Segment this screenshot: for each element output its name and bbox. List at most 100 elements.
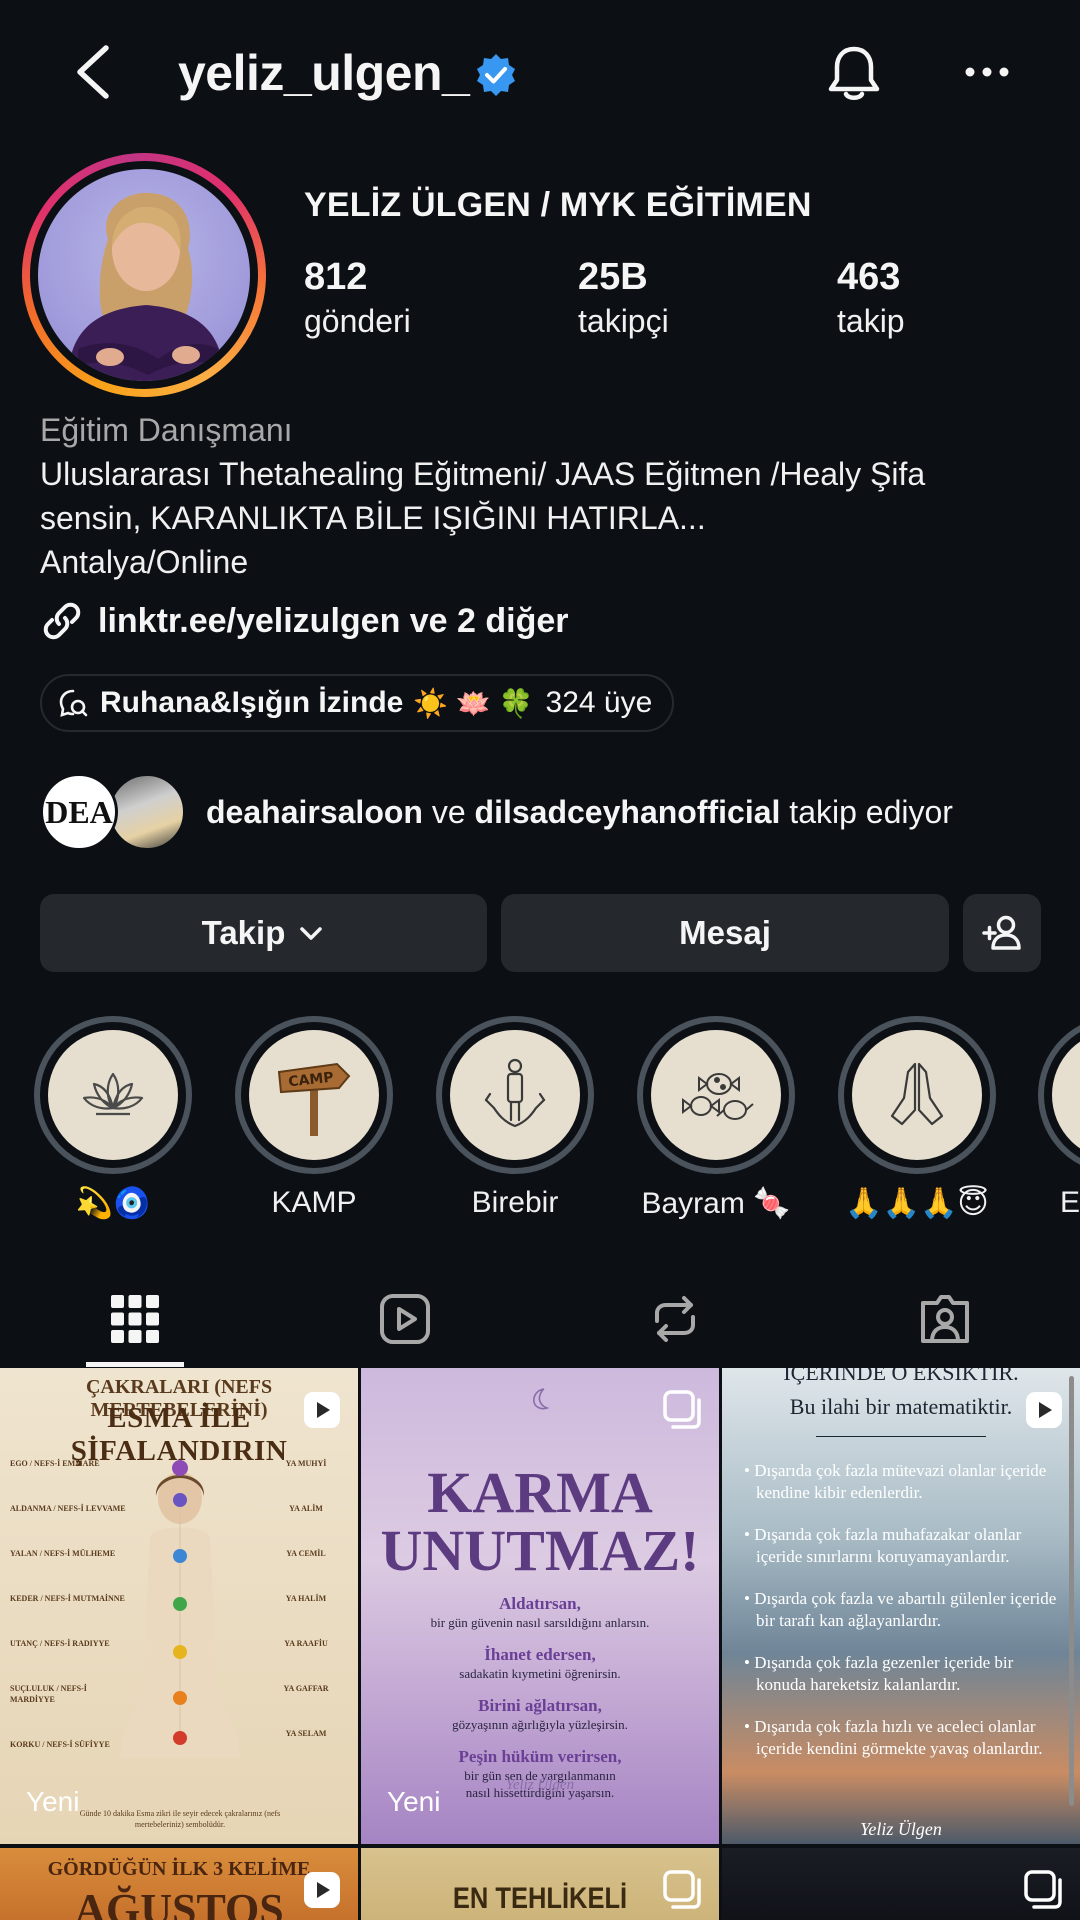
post-text: YA SELAM — [285, 1729, 327, 1738]
highlight-label: Birebir — [471, 1186, 559, 1219]
follower-avatar-dilsad — [108, 773, 186, 851]
follow-button[interactable]: Takip — [40, 894, 487, 972]
stat-following[interactable]: 463 takip — [837, 256, 905, 340]
highlight-item[interactable]: 💫🧿 — [33, 1016, 193, 1221]
suggest-people-button[interactable] — [963, 894, 1041, 972]
post-text: YA MUHYİ — [285, 1459, 327, 1468]
carousel-badge-icon — [1024, 1870, 1062, 1909]
post-tile[interactable]: KARMA UNUTMAZ! Aldatırsan, bir gün güven… — [361, 1368, 719, 1844]
post-tile[interactable]: ÇAKRALARI (NEFS MERTEBELERİNİ) ESMA İLE … — [0, 1368, 358, 1844]
bio-line[interactable]: sensin, KARANLIKTA BİLE IŞIĞINI HATIRLA.… — [40, 496, 1050, 540]
followed-by-connector: ve — [431, 793, 466, 830]
post-text: Günde 10 dakika Esma zikri ile seyir ede… — [79, 1809, 281, 1829]
post-text: Dışarıda çok fazla gezenler içeride bir … — [744, 1652, 1064, 1696]
profile-tabs — [0, 1270, 1080, 1368]
post-tile[interactable]: GÖRDÜĞÜN İLK 3 KELİME AĞUSTOS — [0, 1848, 358, 1920]
post-text: KARMA — [427, 1460, 653, 1525]
stat-posts[interactable]: 812 gönderi — [304, 256, 411, 340]
post-text: sadakatin kıymetini öğrenirsin. — [459, 1666, 621, 1681]
post-body: Aldatırsan, bir gün güvenin nasıl sarsıl… — [361, 1580, 719, 1801]
bio-line: Uluslararası Thetahealing Eğitmeni/ JAAS… — [40, 456, 926, 492]
post-text: SUÇLULUK / NEFS-İ MARDİYYE — [10, 1684, 87, 1704]
post-text: gözyaşının ağırlığıyla yüzleşirsin. — [452, 1717, 628, 1732]
profile-bio: Uluslararası Thetahealing Eğitmeni/ JAAS… — [40, 452, 1050, 584]
reel-badge-icon — [304, 1392, 340, 1428]
highlight-label: Bayram 🍬 — [641, 1187, 791, 1220]
stat-followers-label: takipçi — [578, 303, 669, 339]
camp-sign-icon: CAMP — [277, 1062, 351, 1136]
post-text: UNUTMAZ! — [380, 1518, 700, 1583]
post-text: İhanet edersen, — [484, 1645, 596, 1664]
bell-icon[interactable] — [826, 44, 882, 102]
profile-link-text[interactable]: linktr.ee/yelizulgen ve 2 diğer — [98, 602, 569, 641]
follower-avatar-dea: DEA — [40, 773, 118, 851]
carousel-badge-icon — [663, 1390, 701, 1429]
followed-by-text: deahairsaloon ve dilsadceyhanofficial ta… — [206, 794, 953, 831]
tab-tagged[interactable] — [810, 1270, 1080, 1368]
tab-reels[interactable] — [270, 1270, 540, 1368]
profile-link[interactable]: linktr.ee/yelizulgen ve 2 diğer — [40, 596, 569, 646]
more-options-icon[interactable] — [964, 58, 1010, 86]
followed-by-suffix: takip ediyor — [789, 793, 953, 830]
profile-username: yeliz_ulgen_ — [178, 45, 470, 101]
highlight-item[interactable]: 🙏🙏🙏😇 — [837, 1016, 997, 1221]
moon-icon — [533, 1388, 550, 1410]
post-text: Dışarıda çok fazla hızlı ve aceleci olan… — [744, 1716, 1064, 1760]
post-text: bir gün güvenin nasıl sarsıldığını anlar… — [430, 1615, 650, 1630]
highlight-item[interactable]: Eğ — [1038, 1016, 1080, 1220]
post-text: YA GAFFAR — [283, 1684, 329, 1693]
post-right-column: YA MUHYİ YA ALİM YA CEMİL YA HALİM YA RA… — [262, 1458, 350, 1773]
highlight-label: 💫🧿 — [75, 1187, 151, 1220]
tagged-icon — [921, 1295, 969, 1343]
channel-emoji: ☀️ 🪷 🍀 — [413, 687, 534, 719]
back-arrow-icon[interactable] — [70, 44, 120, 100]
post-tile[interactable]: EN TEHLİKELİ — [361, 1848, 719, 1920]
stat-followers[interactable]: 25B takipçi — [578, 256, 669, 340]
post-tile[interactable]: İÇERİNDE O EKSİKTİR. Bu ilahi bir matema… — [722, 1368, 1080, 1844]
post-text: Dışarıda çok fazla mütevazi olanlar içer… — [744, 1460, 1064, 1504]
highlight-item[interactable]: Birebir — [435, 1016, 595, 1220]
scrollbar[interactable] — [1069, 1376, 1074, 1806]
candy-icon — [682, 1073, 754, 1120]
highlight-item[interactable]: CAMP KAMP — [234, 1016, 394, 1220]
post-text: Aldatırsan, — [499, 1594, 581, 1613]
broadcast-channel-chip[interactable]: Ruhana&Işığın İzinde ☀️ 🪷 🍀 324 üye — [40, 674, 675, 732]
profile-avatar[interactable] — [22, 153, 266, 397]
reel-badge-icon — [1026, 1392, 1062, 1428]
link-icon — [43, 602, 81, 640]
post-text: KORKU / NEFS-İ SÜFİYYE — [10, 1740, 110, 1749]
post-text: KEDER / NEFS-İ MUTMAİNNE — [10, 1594, 125, 1603]
tab-reposts[interactable] — [540, 1270, 810, 1368]
channel-icon — [59, 689, 88, 717]
add-person-icon — [982, 915, 1021, 950]
profile-photo — [38, 169, 250, 381]
posts-grid: ÇAKRALARI (NEFS MERTEBELERİNİ) ESMA İLE … — [0, 1368, 1080, 1920]
lotus-icon — [82, 1072, 144, 1116]
new-post-label: Yeni — [26, 1786, 80, 1817]
post-text: EGO / NEFS-İ EMMARE — [10, 1459, 100, 1468]
follow-button-label: Takip — [201, 914, 286, 951]
post-signature: Yeliz Ülgen — [860, 1819, 942, 1839]
post-bullet-list: Dışarıda çok fazla mütevazi olanlar içer… — [744, 1460, 1064, 1780]
chevron-down-icon — [300, 927, 323, 940]
post-text: YA CEMİL — [286, 1549, 326, 1558]
post-text: EN TEHLİKELİ — [452, 1882, 628, 1915]
post-text: YA HALİM — [285, 1594, 327, 1603]
partial-icon — [1072, 1050, 1080, 1140]
top-bar: yeliz_ulgen_ — [0, 0, 1080, 150]
post-title: KARMA UNUTMAZ! — [361, 1464, 719, 1580]
tab-posts-grid[interactable] — [0, 1270, 270, 1368]
message-button[interactable]: Mesaj — [501, 894, 949, 972]
divider — [816, 1436, 986, 1437]
followed-by-row[interactable]: DEA deahairsaloon ve dilsadceyhanofficia… — [40, 772, 953, 852]
highlight-label: Eğ — [1060, 1186, 1080, 1219]
verified-badge-icon — [477, 54, 515, 96]
post-text: YA ALİM — [289, 1504, 323, 1513]
post-text: Peşin hüküm verirsen, — [458, 1747, 622, 1766]
reposts-icon — [655, 1296, 695, 1342]
bio-line: Antalya/Online — [40, 544, 249, 580]
channel-member-count: 324 üye — [545, 686, 653, 719]
highlight-item[interactable]: Bayram 🍬 — [636, 1016, 796, 1221]
post-text: ALDANMA / NEFS-İ LEVVAME — [10, 1504, 126, 1513]
post-tile[interactable] — [722, 1848, 1080, 1920]
